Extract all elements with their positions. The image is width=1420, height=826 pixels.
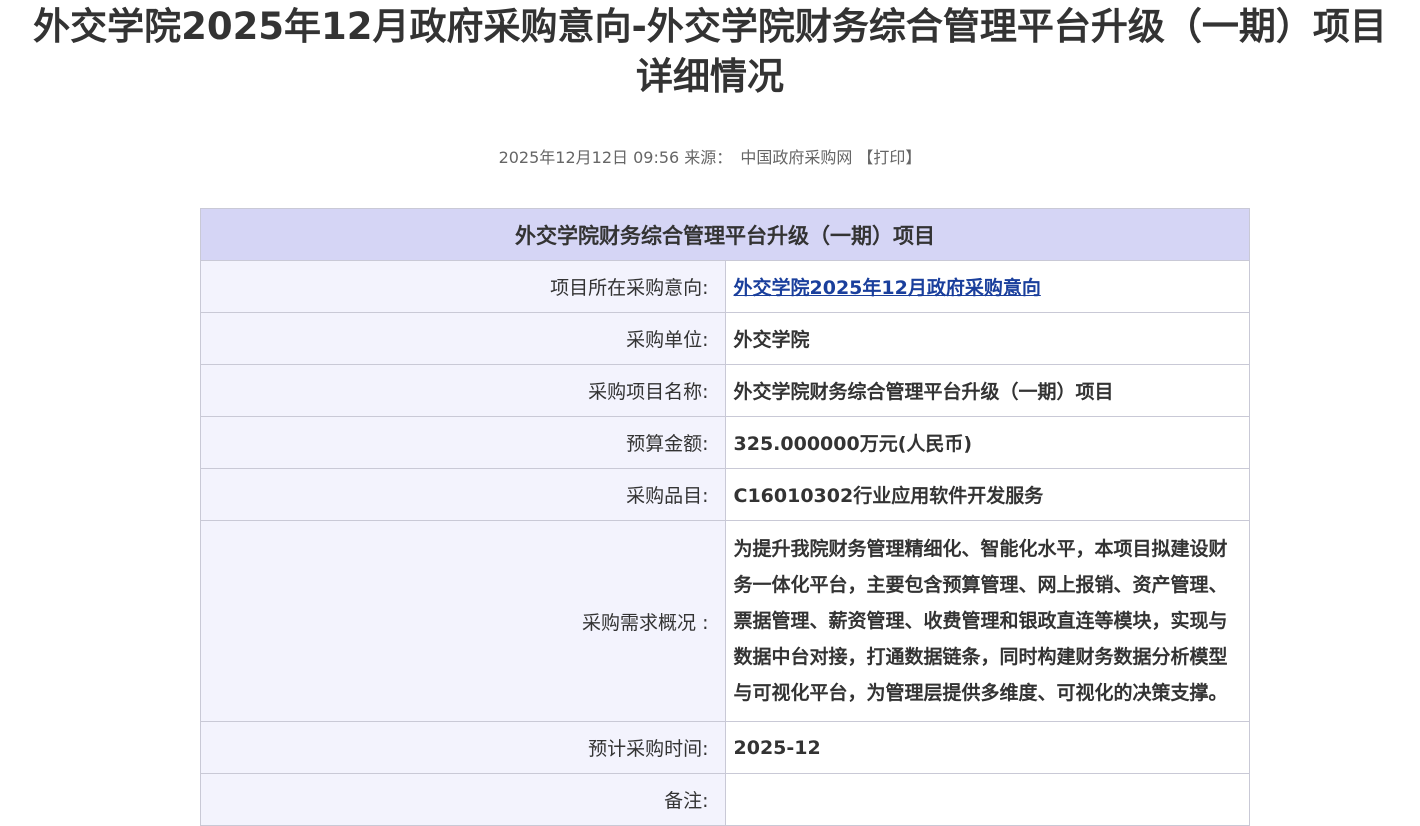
row-label-category: 采购品目: xyxy=(200,468,726,521)
row-label-expected-time: 预计采购时间: xyxy=(200,721,726,774)
row-value-intent: 外交学院2025年12月政府采购意向 xyxy=(724,260,1250,313)
table-row: 备注: xyxy=(200,773,1250,826)
row-label-unit: 采购单位: xyxy=(200,312,726,365)
page-title-line1: 外交学院2025年12月政府采购意向-外交学院财务综合管理平台升级（一期）项目 xyxy=(33,5,1387,48)
row-value-budget: 325.000000万元(人民币) xyxy=(724,416,1250,469)
table-row: 采购单位: 外交学院 xyxy=(200,312,1250,365)
row-value-requirements: 为提升我院财务管理精细化、智能化水平，本项目拟建设财务一体化平台，主要包含预算管… xyxy=(724,520,1250,722)
table-row: 采购品目: C16010302行业应用软件开发服务 xyxy=(200,468,1250,521)
row-label-budget: 预算金额: xyxy=(200,416,726,469)
procurement-detail-table: 外交学院财务综合管理平台升级（一期）项目 项目所在采购意向: 外交学院2025年… xyxy=(200,208,1250,826)
table-row: 采购项目名称: 外交学院财务综合管理平台升级（一期）项目 xyxy=(200,364,1250,417)
print-link[interactable]: 【打印】 xyxy=(857,148,921,167)
row-value-project-name: 外交学院财务综合管理平台升级（一期）项目 xyxy=(724,364,1250,417)
row-value-category: C16010302行业应用软件开发服务 xyxy=(724,468,1250,521)
source-label: 来源： xyxy=(684,148,733,167)
row-value-unit: 外交学院 xyxy=(724,312,1250,365)
table-row: 预计采购时间: 2025-12 xyxy=(200,721,1250,774)
page-title: 外交学院2025年12月政府采购意向-外交学院财务综合管理平台升级（一期）项目 … xyxy=(0,0,1420,102)
page-title-line2: 详细情况 xyxy=(636,55,784,98)
table-header: 外交学院财务综合管理平台升级（一期）项目 xyxy=(200,208,1250,261)
row-label-requirements: 采购需求概况 : xyxy=(200,520,726,722)
row-label-project-name: 采购项目名称: xyxy=(200,364,726,417)
article-meta: 2025年12月12日 09:56 来源： 中国政府采购网 【打印】 xyxy=(0,146,1420,170)
table-row: 采购需求概况 : 为提升我院财务管理精细化、智能化水平，本项目拟建设财务一体化平… xyxy=(200,520,1250,722)
publish-datetime: 2025年12月12日 09:56 xyxy=(498,148,680,167)
source-value: 中国政府采购网 xyxy=(740,148,853,167)
table-row: 项目所在采购意向: 外交学院2025年12月政府采购意向 xyxy=(200,260,1250,313)
row-label-remarks: 备注: xyxy=(200,773,726,826)
table-row: 预算金额: 325.000000万元(人民币) xyxy=(200,416,1250,469)
row-label-intent: 项目所在采购意向: xyxy=(200,260,726,313)
row-value-expected-time: 2025-12 xyxy=(724,721,1250,774)
procurement-intent-link[interactable]: 外交学院2025年12月政府采购意向 xyxy=(734,277,1041,299)
row-value-remarks xyxy=(724,773,1250,826)
